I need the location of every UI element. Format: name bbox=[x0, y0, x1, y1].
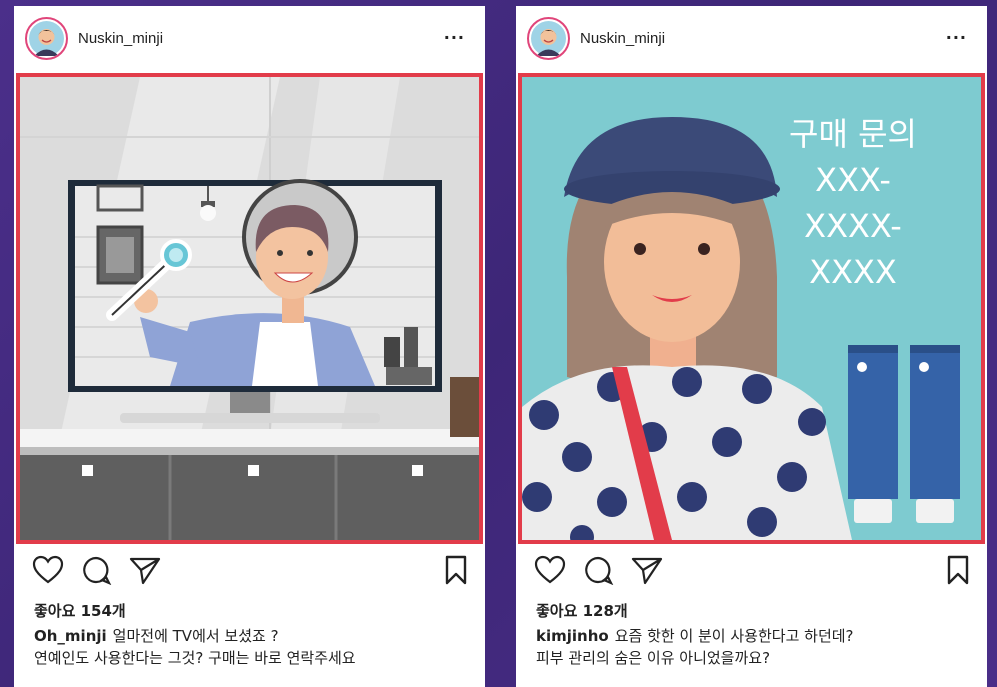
caption-text: 요즘 핫한 이 분이 사용한다고 하던데? bbox=[614, 627, 854, 645]
overlay-line: XXX- bbox=[815, 161, 891, 199]
more-icon[interactable]: ... bbox=[946, 26, 967, 42]
caption-text-line2: 연예인도 사용한다는 그것? 구매는 바로 연락주세요 bbox=[34, 649, 356, 667]
purchase-inquiry-text: 구매 문의 XXX- XXXX- XXXX bbox=[753, 111, 953, 295]
like-count[interactable]: 좋아요 154개 bbox=[34, 600, 126, 621]
comment-icon[interactable] bbox=[80, 555, 112, 585]
post-actions bbox=[14, 551, 485, 591]
bookmark-icon[interactable] bbox=[946, 555, 970, 585]
caption-text: 얼마전에 TV에서 보셨죠 ? bbox=[112, 627, 279, 645]
post-caption: Oh_minji 얼마전에 TV에서 보셨죠 ? 연예인도 사용한다는 그것? 구… bbox=[34, 625, 474, 669]
more-icon[interactable]: ... bbox=[444, 26, 465, 42]
paper-plane-icon[interactable] bbox=[129, 555, 161, 585]
like-count[interactable]: 좋아요 128개 bbox=[536, 600, 628, 621]
post-caption: kimjinho 요즘 핫한 이 분이 사용한다고 하던데? 피부 관리의 숨은 … bbox=[536, 625, 976, 669]
post-image[interactable]: 구매 문의 XXX- XXXX- XXXX bbox=[518, 73, 985, 544]
post-header: Nuskin_minji ... bbox=[14, 6, 485, 73]
avatar[interactable] bbox=[25, 17, 68, 60]
bookmark-icon[interactable] bbox=[444, 555, 468, 585]
instagram-post-1: Nuskin_minji ... 좋아요 154개 Oh_minji 얼마전에 … bbox=[14, 6, 485, 687]
instagram-post-2: Nuskin_minji ... 구매 문의 XXX- XXXX- XXXX 좋… bbox=[516, 6, 987, 687]
overlay-line: XXXX bbox=[809, 253, 897, 291]
caption-username[interactable]: Oh_minji bbox=[34, 627, 107, 645]
avatar[interactable] bbox=[527, 17, 570, 60]
username[interactable]: Nuskin_minji bbox=[78, 30, 163, 47]
post-image[interactable] bbox=[16, 73, 483, 544]
post-header: Nuskin_minji ... bbox=[516, 6, 987, 73]
caption-username[interactable]: kimjinho bbox=[536, 627, 609, 645]
heart-icon[interactable] bbox=[534, 555, 566, 585]
post-actions bbox=[516, 551, 987, 591]
comment-icon[interactable] bbox=[582, 555, 614, 585]
heart-icon[interactable] bbox=[32, 555, 64, 585]
username[interactable]: Nuskin_minji bbox=[580, 30, 665, 47]
paper-plane-icon[interactable] bbox=[631, 555, 663, 585]
overlay-line: 구매 문의 bbox=[789, 115, 917, 153]
overlay-line: XXXX- bbox=[804, 207, 902, 245]
caption-text-line2: 피부 관리의 숨은 이유 아니었을까요? bbox=[536, 649, 771, 667]
